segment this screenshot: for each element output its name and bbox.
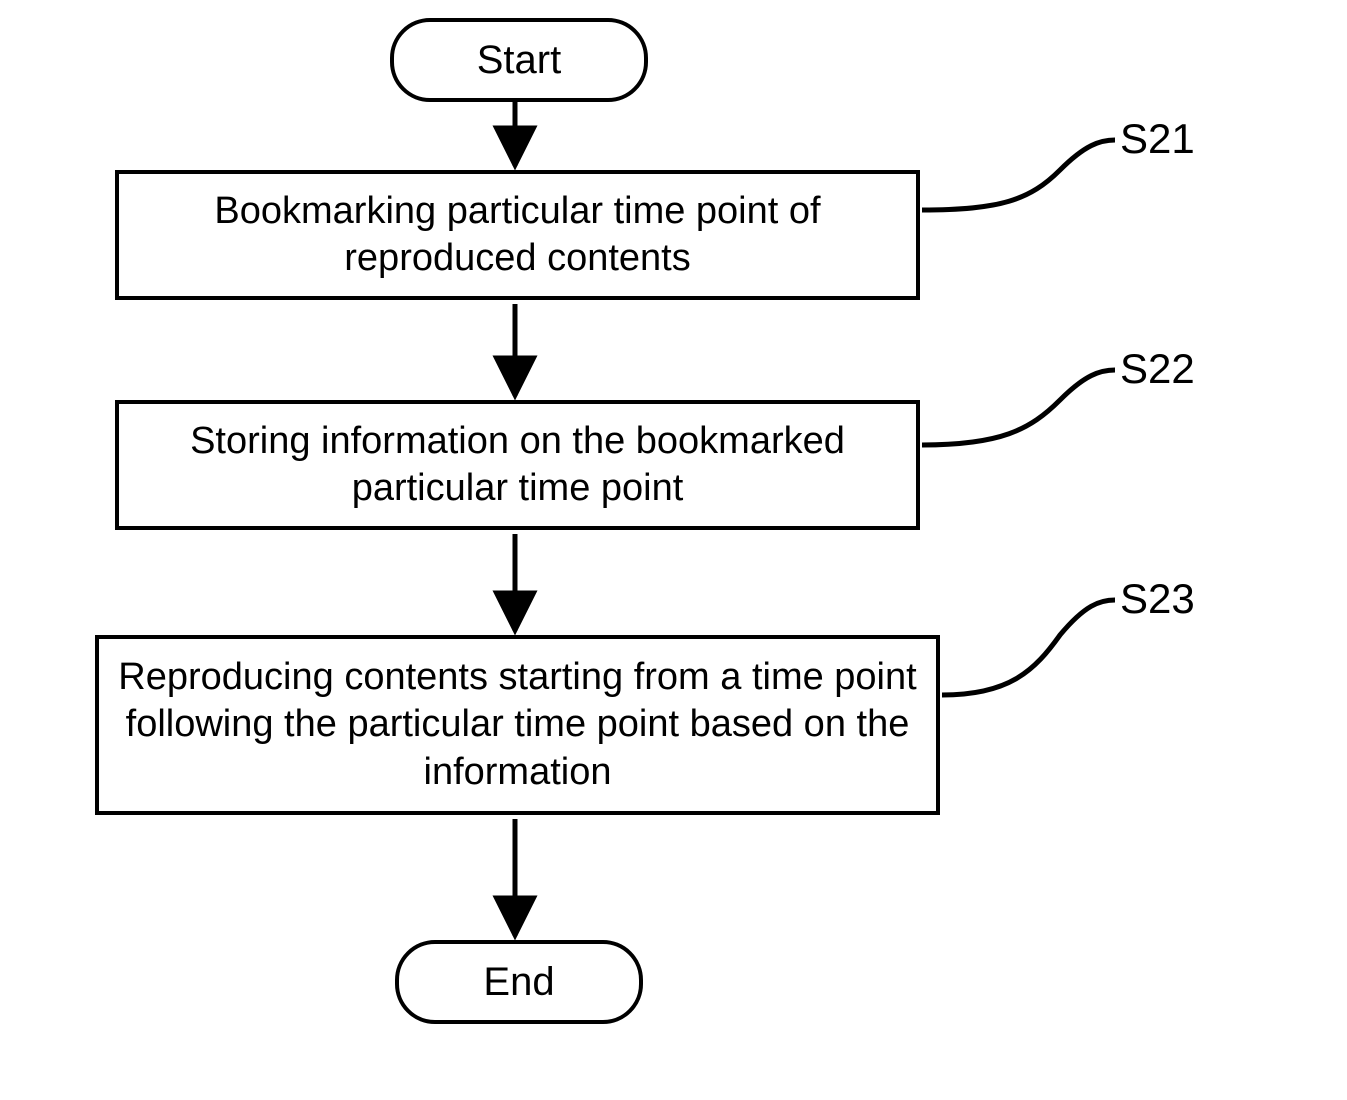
end-label: End: [483, 960, 554, 1005]
process-step-1-text: Bookmarking particular time point of rep…: [127, 188, 908, 283]
start-terminator: Start: [390, 18, 648, 102]
leader-s23: [942, 600, 1115, 695]
process-step-2: Storing information on the bookmarked pa…: [115, 400, 920, 530]
process-step-2-text: Storing information on the bookmarked pa…: [127, 418, 908, 513]
flowchart-canvas: Start Bookmarking particular time point …: [0, 0, 1347, 1100]
process-step-3-text: Reproducing contents starting from a tim…: [107, 654, 928, 797]
process-step-3: Reproducing contents starting from a tim…: [95, 635, 940, 815]
leader-s22: [922, 370, 1115, 445]
process-step-1: Bookmarking particular time point of rep…: [115, 170, 920, 300]
start-label: Start: [477, 38, 561, 83]
step-label-s21: S21: [1120, 115, 1195, 163]
step-label-s22: S22: [1120, 345, 1195, 393]
connectors-overlay: [0, 0, 1347, 1100]
step-label-s23: S23: [1120, 575, 1195, 623]
leader-s21: [922, 140, 1115, 210]
end-terminator: End: [395, 940, 643, 1024]
